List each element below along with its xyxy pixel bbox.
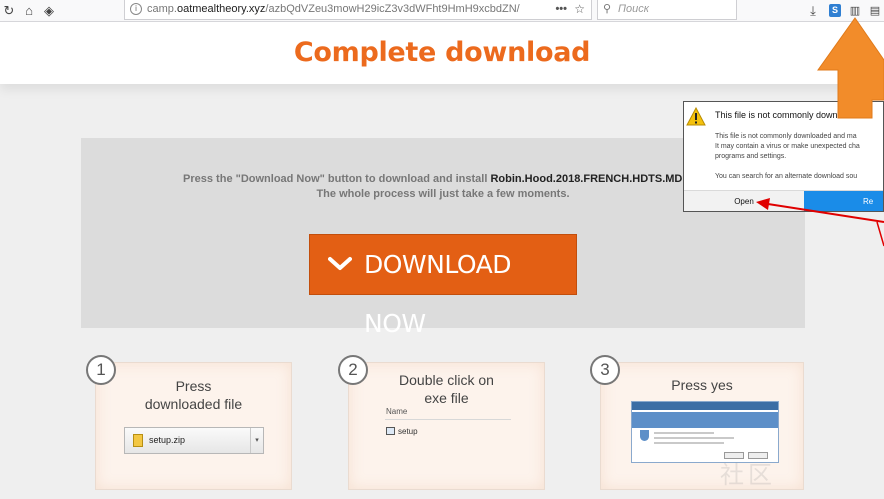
orange-arrow-icon: [817, 17, 884, 119]
step-number-3: 3: [590, 355, 620, 385]
red-pointer-arrow-line: [767, 203, 884, 223]
step-number-2: 2: [338, 355, 368, 385]
annotation-overlay: [756, 17, 884, 247]
watermark-text: 社区: [720, 462, 776, 489]
red-pointer-tail-line: [876, 221, 884, 247]
step-number-1: 1: [86, 355, 116, 385]
red-arrowhead-icon: [756, 198, 770, 210]
